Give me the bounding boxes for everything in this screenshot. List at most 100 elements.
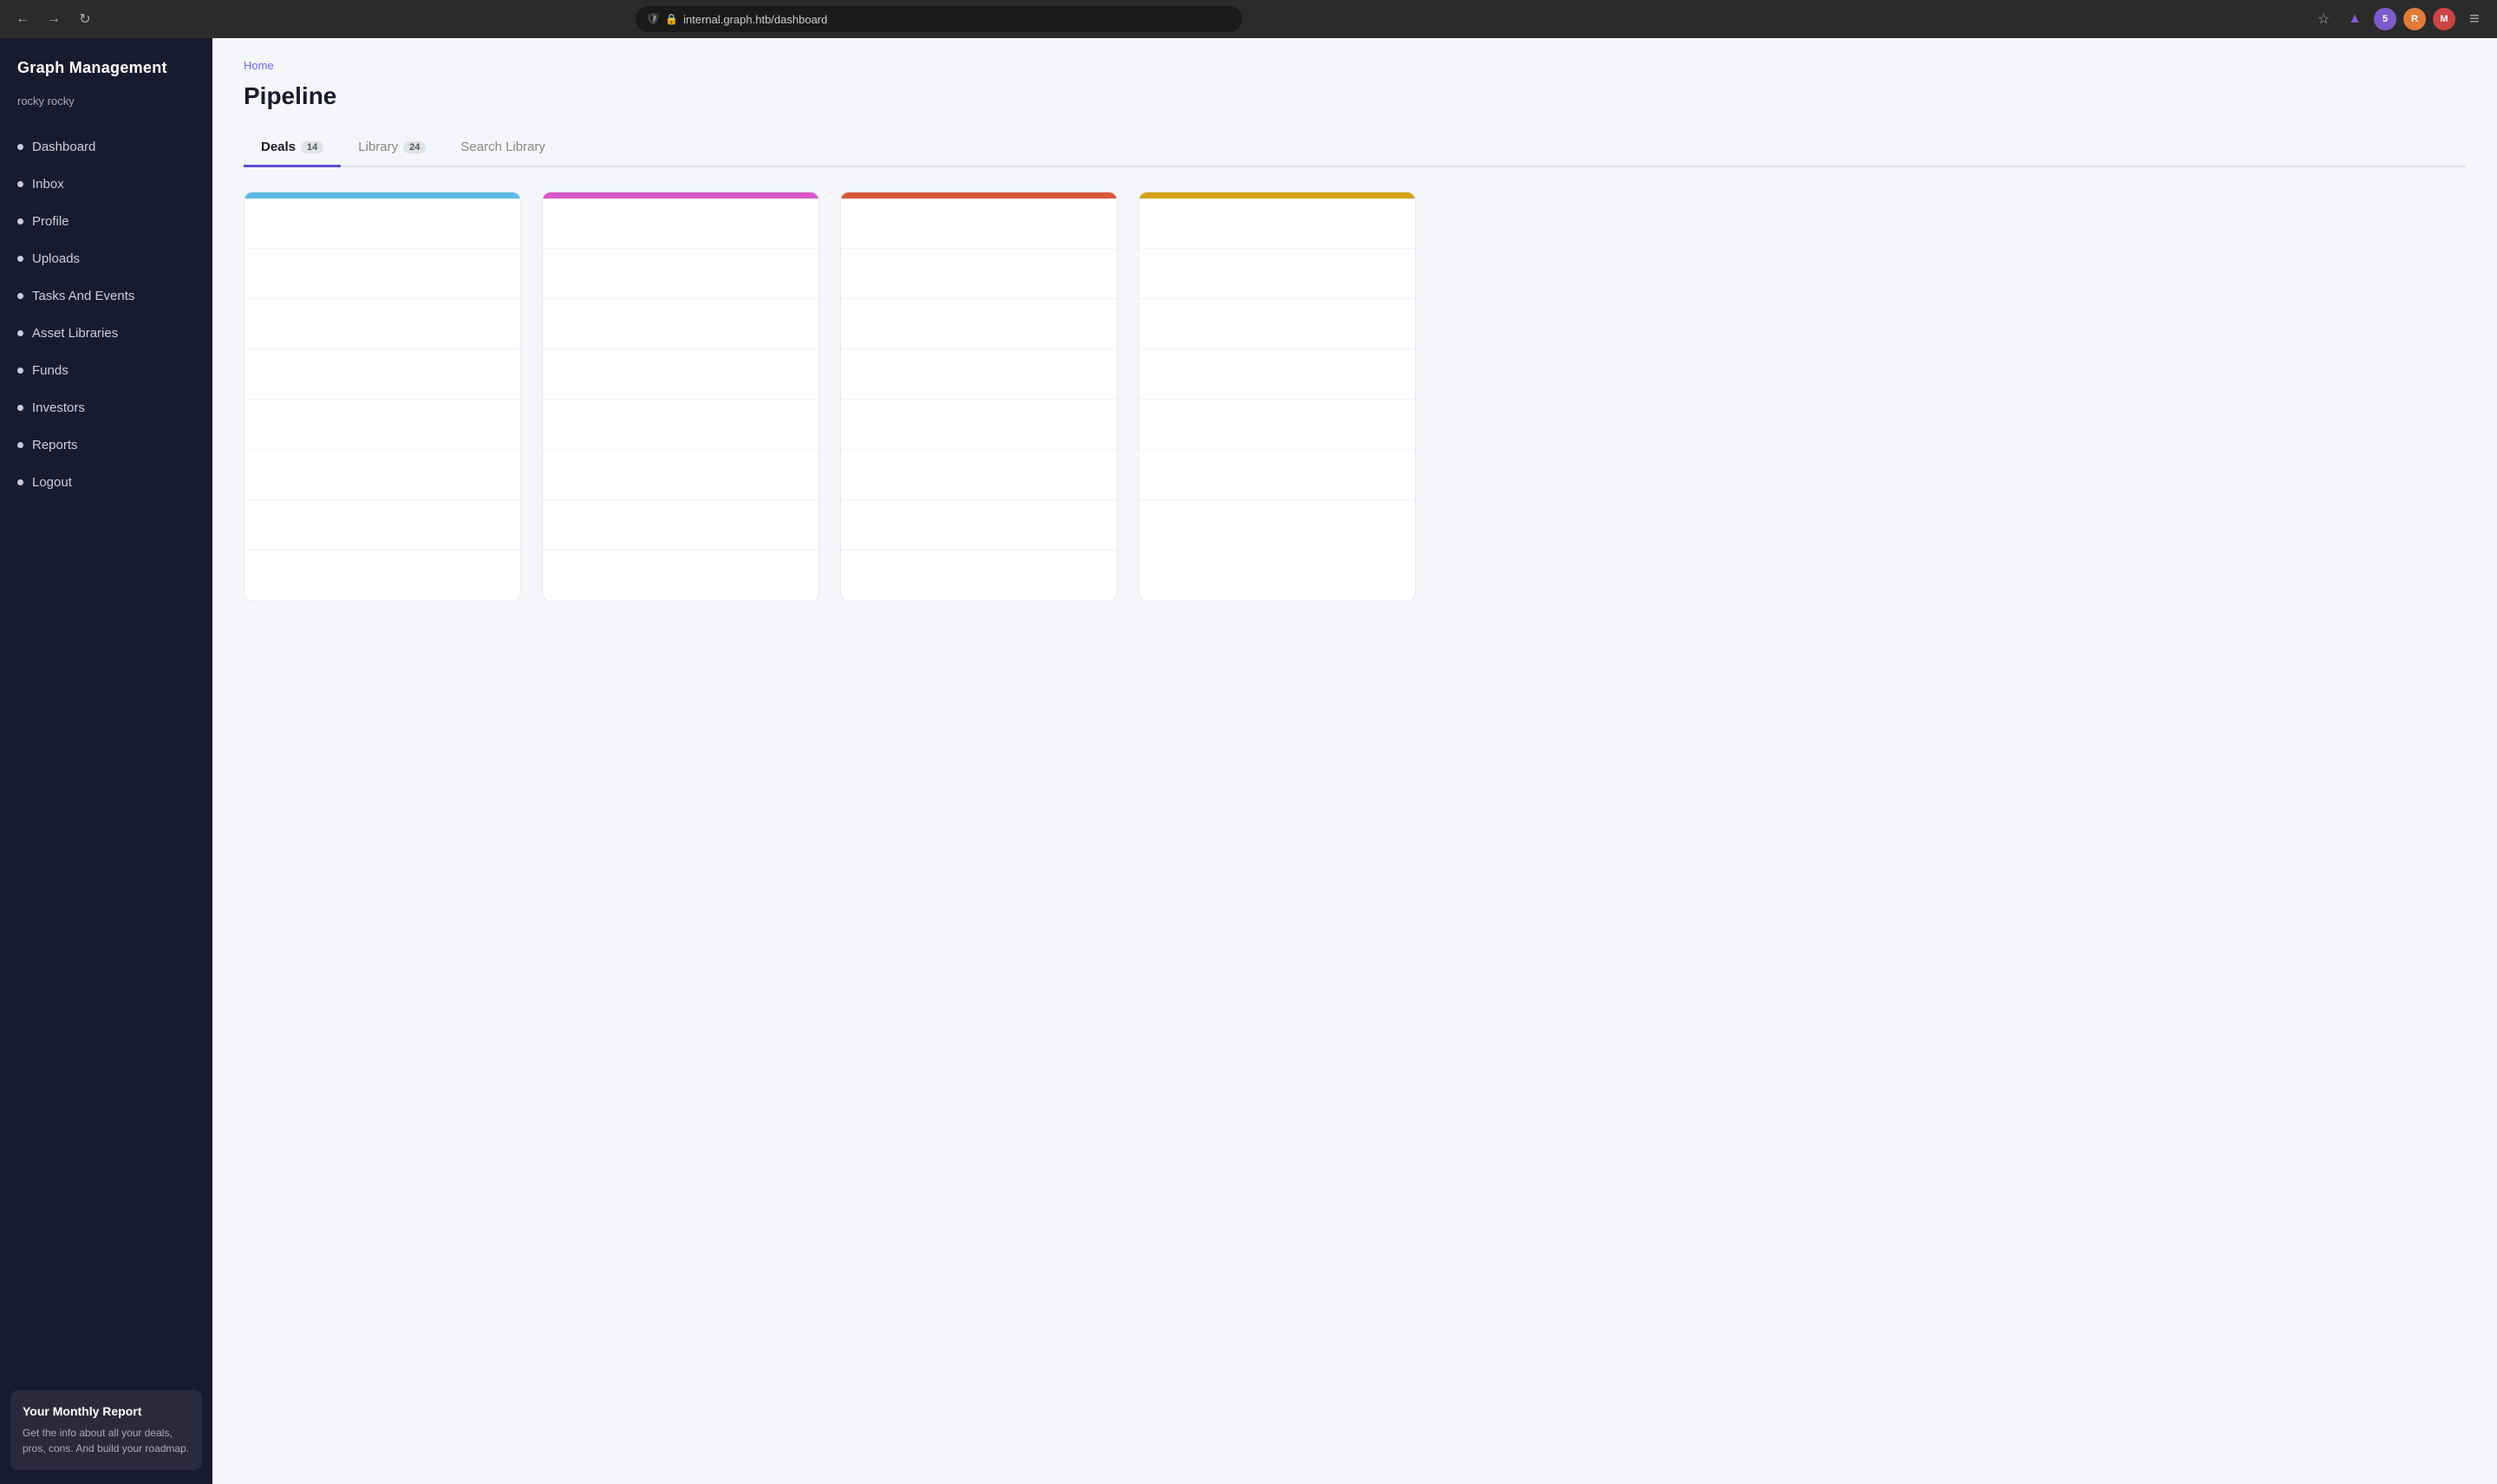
page-title: Pipeline <box>244 82 2466 110</box>
kanban-card[interactable] <box>841 199 1117 249</box>
kanban-card[interactable] <box>841 299 1117 349</box>
sidebar-item-logout[interactable]: Logout <box>0 464 212 501</box>
sidebar-label-asset-libraries: Asset Libraries <box>32 326 118 341</box>
kanban-card[interactable] <box>543 249 818 299</box>
kanban-cards-3 <box>841 199 1117 601</box>
bullet-icon <box>17 442 23 448</box>
app-layout: Graph Management rocky rocky Dashboard I… <box>0 38 2497 1484</box>
kanban-card[interactable] <box>841 550 1117 601</box>
sidebar-item-investors[interactable]: Investors <box>0 389 212 426</box>
sidebar-item-dashboard[interactable]: Dashboard <box>0 128 212 166</box>
kanban-card[interactable] <box>244 450 520 500</box>
tab-library[interactable]: Library 24 <box>341 131 443 167</box>
column-header-yellow <box>1139 192 1415 199</box>
kanban-card[interactable] <box>244 349 520 400</box>
kanban-card[interactable] <box>1139 349 1415 400</box>
app-logo: Graph Management <box>0 38 212 91</box>
kanban-card[interactable] <box>543 500 818 550</box>
promo-text: Get the info about all your deals, pros,… <box>23 1425 190 1456</box>
address-bar[interactable]: 🛡 🔒 internal.graph.htb/dashboard <box>636 6 1242 32</box>
tab-search-library-label: Search Library <box>460 140 545 154</box>
sidebar-item-inbox[interactable]: Inbox <box>0 166 212 203</box>
shield-toolbar-icon[interactable]: ▲ <box>2343 7 2367 31</box>
bookmark-icon[interactable]: ☆ <box>2311 7 2336 31</box>
profile-badge[interactable]: 5 <box>2374 8 2396 30</box>
sidebar-item-reports[interactable]: Reports <box>0 426 212 464</box>
column-header-orange <box>841 192 1117 199</box>
kanban-card[interactable] <box>543 550 818 601</box>
bullet-icon <box>17 181 23 187</box>
kanban-card[interactable] <box>543 299 818 349</box>
kanban-card[interactable] <box>244 500 520 550</box>
kanban-card[interactable] <box>543 450 818 500</box>
browser-chrome: ← → ↻ 🛡 🔒 internal.graph.htb/dashboard ☆… <box>0 0 2497 38</box>
column-header-blue <box>244 192 520 199</box>
bullet-icon <box>17 144 23 150</box>
kanban-column-4 <box>1138 192 1416 602</box>
bullet-icon <box>17 330 23 336</box>
kanban-card[interactable] <box>244 299 520 349</box>
kanban-card[interactable] <box>543 400 818 450</box>
sidebar-item-uploads[interactable]: Uploads <box>0 240 212 277</box>
kanban-card[interactable] <box>841 400 1117 450</box>
kanban-card[interactable] <box>1139 400 1415 450</box>
page-inner: Home Pipeline Deals 14 Library 24 Search… <box>212 38 2497 650</box>
kanban-card[interactable] <box>1139 199 1415 249</box>
tab-deals-label: Deals <box>261 140 296 154</box>
sidebar-label-reports: Reports <box>32 438 78 452</box>
shield-icon: 🛡 <box>646 12 661 26</box>
sidebar-label-logout: Logout <box>32 475 72 490</box>
kanban-board <box>244 192 2466 619</box>
kanban-card[interactable] <box>244 249 520 299</box>
forward-button[interactable]: → <box>42 7 66 31</box>
refresh-button[interactable]: ↻ <box>73 7 97 31</box>
sidebar-item-asset-libraries[interactable]: Asset Libraries <box>0 315 212 352</box>
tab-search-library[interactable]: Search Library <box>443 131 563 167</box>
kanban-column-2 <box>542 192 819 602</box>
kanban-cards-4 <box>1139 199 1415 550</box>
sidebar-label-inbox: Inbox <box>32 177 64 192</box>
column-header-pink <box>543 192 818 199</box>
kanban-card[interactable] <box>244 400 520 450</box>
sidebar: Graph Management rocky rocky Dashboard I… <box>0 38 212 1484</box>
kanban-card[interactable] <box>1139 249 1415 299</box>
bullet-icon <box>17 218 23 225</box>
kanban-card[interactable] <box>244 550 520 601</box>
sidebar-label-uploads: Uploads <box>32 251 80 266</box>
sidebar-username: rocky rocky <box>0 91 212 125</box>
monthly-report-promo: Your Monthly Report Get the info about a… <box>10 1390 202 1470</box>
tab-library-label: Library <box>358 140 398 154</box>
kanban-card[interactable] <box>841 349 1117 400</box>
user-avatar-2[interactable]: M <box>2433 8 2455 30</box>
kanban-card[interactable] <box>543 199 818 249</box>
kanban-card[interactable] <box>543 349 818 400</box>
main-content: Home Pipeline Deals 14 Library 24 Search… <box>212 38 2497 1484</box>
kanban-card[interactable] <box>1139 450 1415 500</box>
breadcrumb[interactable]: Home <box>244 59 2466 72</box>
sidebar-label-profile: Profile <box>32 214 69 229</box>
tabs-bar: Deals 14 Library 24 Search Library <box>244 131 2466 167</box>
kanban-card[interactable] <box>244 199 520 249</box>
kanban-card[interactable] <box>1139 299 1415 349</box>
sidebar-label-investors: Investors <box>32 400 85 415</box>
kanban-card[interactable] <box>841 450 1117 500</box>
sidebar-item-funds[interactable]: Funds <box>0 352 212 389</box>
lock-icon: 🔒 <box>665 13 678 25</box>
sidebar-item-profile[interactable]: Profile <box>0 203 212 240</box>
kanban-column-3 <box>840 192 1118 602</box>
kanban-cards-2 <box>543 199 818 601</box>
sidebar-item-tasks[interactable]: Tasks And Events <box>0 277 212 315</box>
sidebar-label-tasks: Tasks And Events <box>32 289 134 303</box>
kanban-cards-1 <box>244 199 520 601</box>
tab-deals[interactable]: Deals 14 <box>244 131 341 167</box>
bullet-icon <box>17 479 23 485</box>
kanban-card[interactable] <box>841 249 1117 299</box>
user-avatar-1[interactable]: R <box>2403 8 2426 30</box>
sidebar-label-funds: Funds <box>32 363 68 378</box>
tab-deals-badge: 14 <box>301 141 323 153</box>
kanban-card[interactable] <box>1139 500 1415 550</box>
back-button[interactable]: ← <box>10 7 35 31</box>
kanban-card[interactable] <box>841 500 1117 550</box>
menu-icon[interactable]: ≡ <box>2462 7 2487 31</box>
promo-title: Your Monthly Report <box>23 1404 190 1418</box>
